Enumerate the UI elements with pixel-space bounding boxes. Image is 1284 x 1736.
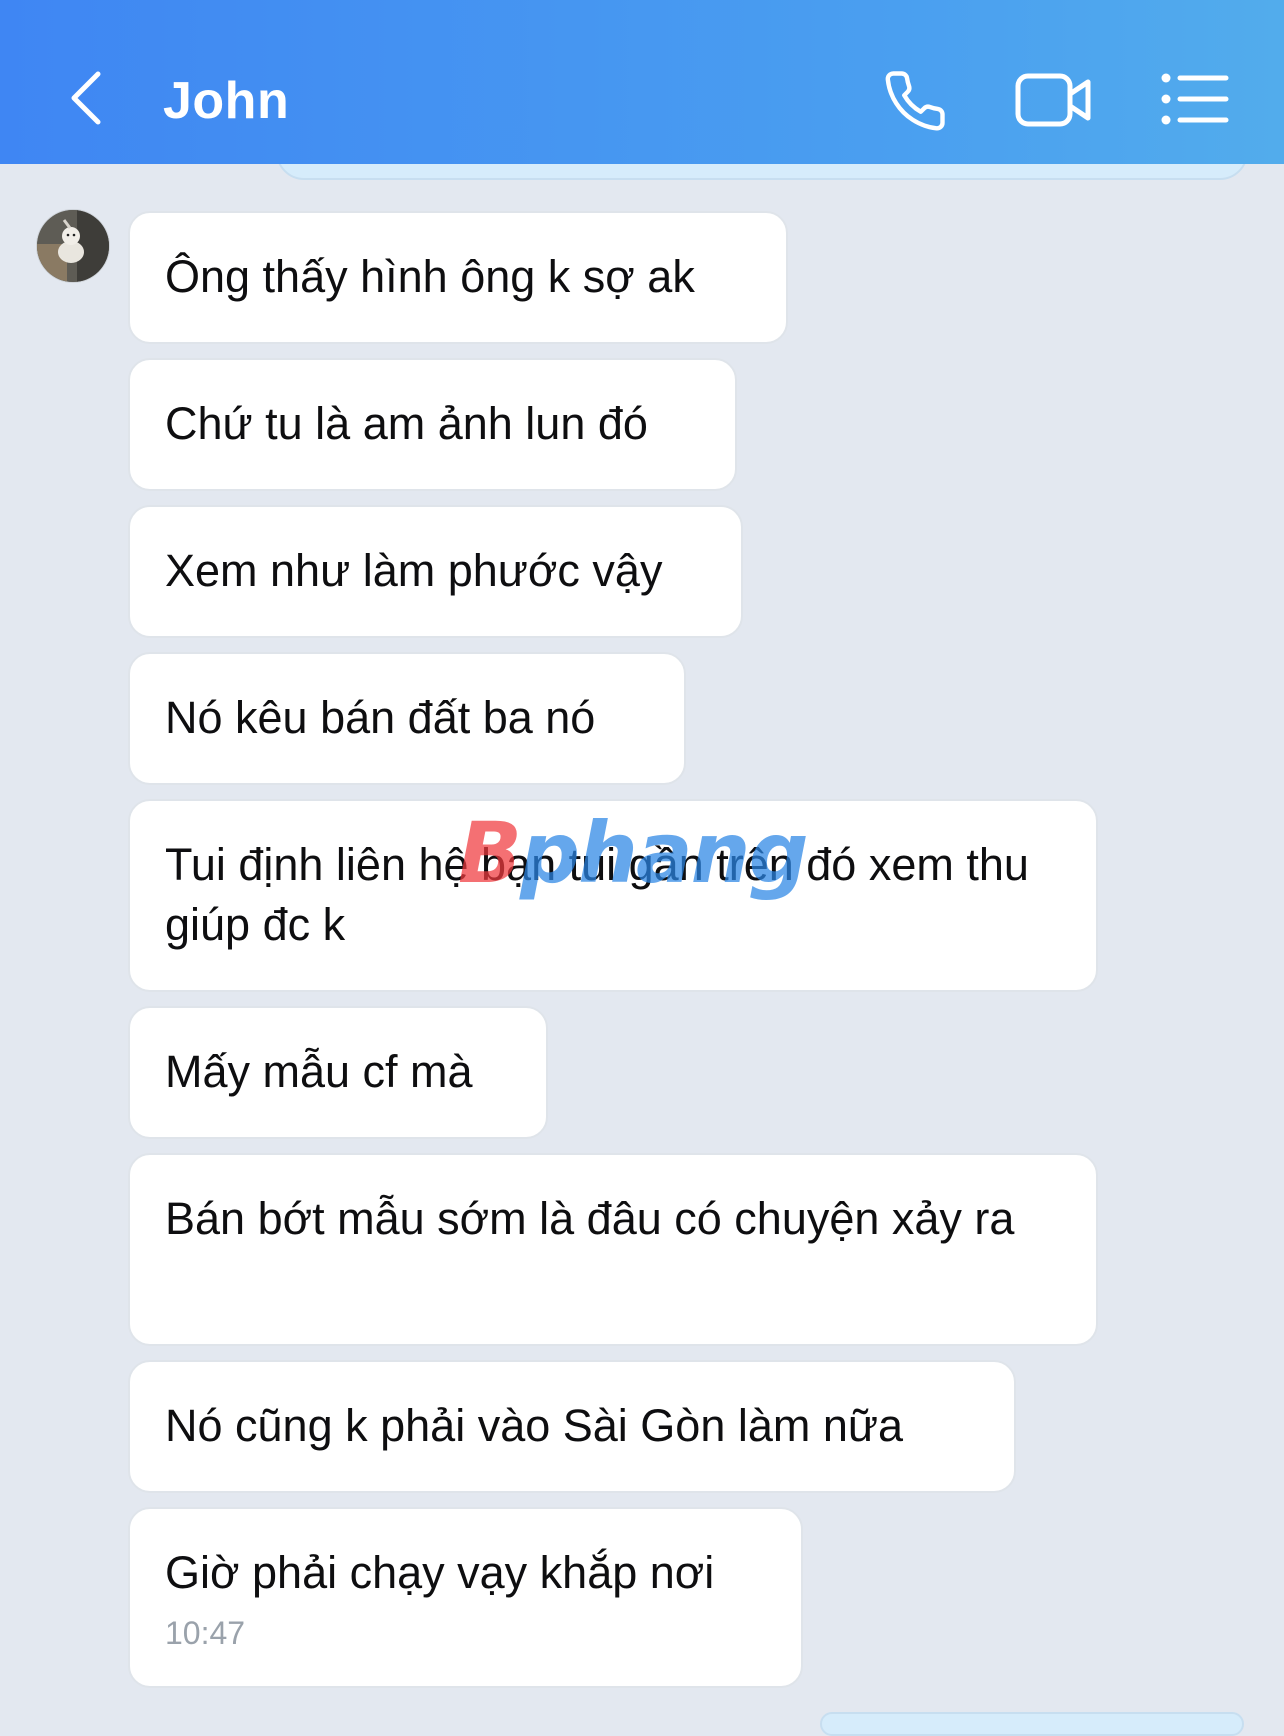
message-bubble[interactable]: Nó cũng k phải vào Sài Gòn làm nữa: [128, 1360, 1016, 1493]
menu-list-icon: [1161, 73, 1229, 125]
message-text: Giờ phải chạy vạy khắp nơi: [165, 1547, 715, 1598]
phone-icon: [885, 71, 945, 131]
message-bubble[interactable]: Mấy mẫu cf mà: [128, 1006, 548, 1139]
message-text: Ông thấy hình ông k sợ ak: [165, 251, 695, 302]
message-bubble[interactable]: Tui định liên hệ bạn tui gần trên đó xem…: [128, 799, 1098, 992]
avatar-image: [37, 210, 109, 282]
next-sent-message[interactable]: [820, 1712, 1244, 1736]
message-text: Mấy mẫu cf mà: [165, 1046, 473, 1097]
contact-name: John: [163, 72, 290, 130]
message-bubble[interactable]: Giờ phải chạy vạy khắp nơi 10:47: [128, 1507, 803, 1688]
chevron-left-icon: [71, 71, 101, 125]
chat-header: John: [0, 0, 1284, 164]
voice-call-button[interactable]: [882, 68, 948, 134]
video-camera-icon: [1015, 73, 1091, 127]
message-bubble[interactable]: Ông thấy hình ông k sợ ak: [128, 211, 788, 344]
contact-avatar[interactable]: [36, 209, 110, 283]
message-text: Tui định liên hệ bạn tui gần trên đó xem…: [165, 839, 1042, 950]
message-bubble[interactable]: Chứ tu là am ảnh lun đó: [128, 358, 737, 491]
message-text: Nó kêu bán đất ba nó: [165, 692, 596, 743]
message-bubble[interactable]: Xem như làm phước vậy: [128, 505, 743, 638]
message-text: Chứ tu là am ảnh lun đó: [165, 398, 648, 449]
message-text: Bán bớt mẫu sớm là đâu có chuyện xảy ra: [165, 1193, 1015, 1244]
message-bubble[interactable]: Nó kêu bán đất ba nó: [128, 652, 686, 785]
options-menu-button[interactable]: [1160, 72, 1230, 126]
video-call-button[interactable]: [1014, 70, 1094, 130]
message-text: Nó cũng k phải vào Sài Gòn làm nữa: [165, 1400, 904, 1451]
back-button[interactable]: [62, 66, 114, 130]
message-bubble[interactable]: Bán bớt mẫu sớm là đâu có chuyện xảy ra: [128, 1153, 1098, 1346]
message-timestamp: 10:47: [165, 1615, 246, 1651]
message-text: Xem như làm phước vậy: [165, 545, 663, 596]
